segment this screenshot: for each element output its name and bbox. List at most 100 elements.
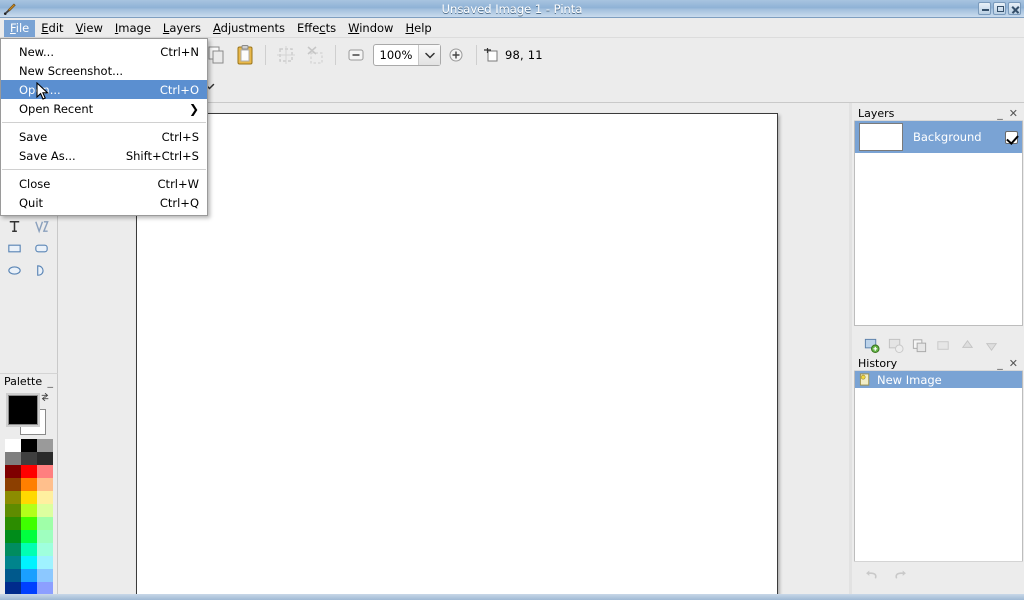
file-menu-item-open[interactable]: Open...Ctrl+O [1, 80, 207, 99]
swap-colors-icon[interactable] [40, 392, 50, 402]
palette-color-swatch[interactable] [21, 543, 37, 556]
palette-color-swatch[interactable] [5, 556, 21, 569]
palette-color-swatch[interactable] [21, 530, 37, 543]
menu-adjustments[interactable]: Adjustments [207, 20, 291, 37]
palette-color-swatch[interactable] [5, 491, 21, 504]
zoom-in-button[interactable] [442, 41, 470, 69]
menu-file[interactable]: File [4, 19, 36, 37]
layer-row[interactable]: Background [855, 121, 1022, 153]
menu-bar: File Edit View Image Layers Adjustments … [0, 19, 1024, 38]
history-item-label: New Image [877, 372, 942, 387]
palette-color-swatch[interactable] [5, 478, 21, 491]
palette-color-swatch[interactable] [21, 478, 37, 491]
menu-item-label: Close [19, 176, 51, 191]
file-menu-item-new[interactable]: New... Ctrl+N [1, 42, 207, 61]
palette-color-swatch[interactable] [5, 517, 21, 530]
palette-color-swatch[interactable] [5, 452, 21, 465]
workspace-vertical-scrollbar[interactable] [849, 103, 852, 600]
palette-color-swatch[interactable] [21, 569, 37, 582]
ellipse-tool[interactable] [1, 259, 28, 281]
layers-minimize-button[interactable]: _ [997, 107, 1003, 120]
text-tool[interactable] [1, 215, 28, 237]
palette-color-swatch[interactable] [37, 517, 53, 530]
palette-panel-title: Palette [4, 375, 43, 388]
menu-help[interactable]: Help [399, 20, 437, 37]
close-button[interactable] [1008, 2, 1021, 15]
menu-edit[interactable]: Edit [35, 20, 69, 37]
palette-color-swatch[interactable] [21, 452, 37, 465]
line-curve-tool[interactable] [28, 215, 55, 237]
maximize-button[interactable] [993, 2, 1006, 15]
merge-layer-down-button[interactable] [933, 335, 953, 355]
zoom-combobox[interactable]: 100% [373, 44, 441, 66]
paste-button[interactable] [231, 41, 259, 69]
right-dock: Layers _ ✕ Background History _ ✕ New Im… [853, 103, 1024, 600]
palette-color-swatch[interactable] [37, 569, 53, 582]
file-menu-item-saveas[interactable]: Save As... Shift+Ctrl+S [1, 146, 207, 165]
history-minimize-button[interactable]: _ [997, 357, 1003, 370]
palette-color-swatch[interactable] [37, 439, 53, 452]
file-menu-item-openrecent[interactable]: Open Recent ❯ [1, 99, 207, 118]
redo-arrow-icon [895, 570, 906, 579]
palette-color-swatch[interactable] [5, 543, 21, 556]
palette-color-swatch[interactable] [5, 530, 21, 543]
rounded-rectangle-icon [35, 244, 48, 252]
palette-color-swatch[interactable] [21, 465, 37, 478]
palette-color-swatch[interactable] [37, 491, 53, 504]
minimize-button[interactable] [978, 2, 991, 15]
palette-color-swatch[interactable] [37, 543, 53, 556]
palette-color-swatch[interactable] [5, 439, 21, 452]
palette-color-swatch[interactable] [37, 504, 53, 517]
rectangle-tool[interactable] [1, 237, 28, 259]
delete-layer-button[interactable] [885, 335, 905, 355]
crop-to-selection-button[interactable] [272, 41, 300, 69]
zoom-dropdown-arrow[interactable] [418, 45, 440, 65]
palette-color-swatch[interactable] [37, 478, 53, 491]
layers-close-button[interactable]: ✕ [1009, 107, 1018, 120]
file-menu-item-quit[interactable]: Quit Ctrl+Q [1, 193, 207, 212]
deselect-icon [307, 46, 323, 64]
palette-color-swatch[interactable] [37, 530, 53, 543]
menu-view[interactable]: View [70, 20, 109, 37]
palette-panel-header: Palette _ [0, 374, 57, 389]
history-undo-button[interactable] [862, 565, 882, 585]
duplicate-layer-button[interactable] [909, 335, 929, 355]
move-layer-up-button[interactable] [957, 335, 977, 355]
deselect-all-button[interactable] [301, 41, 329, 69]
cursor-position-icon [484, 48, 498, 62]
palette-color-swatch[interactable] [37, 465, 53, 478]
palette-color-swatch[interactable] [5, 504, 21, 517]
palette-color-swatch[interactable] [37, 556, 53, 569]
rounded-rectangle-tool[interactable] [28, 237, 55, 259]
layer-visibility-checkbox[interactable] [1005, 130, 1018, 144]
history-list: New Image [854, 371, 1023, 573]
palette-color-swatch[interactable] [21, 491, 37, 504]
menu-image[interactable]: Image [109, 20, 157, 37]
menu-window[interactable]: Window [342, 20, 399, 37]
palette-color-swatch[interactable] [5, 465, 21, 478]
file-menu-item-newscreenshot[interactable]: New Screenshot... [1, 61, 207, 80]
zoom-level-value[interactable]: 100% [374, 45, 418, 65]
history-item[interactable]: New Image [855, 371, 1022, 388]
file-menu-item-close[interactable]: Close Ctrl+W [1, 174, 207, 193]
palette-color-swatch[interactable] [21, 517, 37, 530]
freeform-shape-tool[interactable] [28, 259, 55, 281]
palette-color-swatch[interactable] [21, 556, 37, 569]
arrow-down-icon [985, 342, 997, 351]
primary-color-swatch[interactable] [6, 393, 40, 427]
palette-color-swatch[interactable] [21, 504, 37, 517]
history-redo-button[interactable] [890, 565, 910, 585]
move-layer-down-button[interactable] [981, 335, 1001, 355]
zoom-out-button[interactable] [342, 41, 370, 69]
add-layer-button[interactable] [861, 335, 881, 355]
palette-color-swatch[interactable] [5, 569, 21, 582]
palette-color-swatch[interactable] [21, 439, 37, 452]
palette-minimize-button[interactable]: _ [48, 375, 54, 388]
history-close-button[interactable]: ✕ [1009, 357, 1018, 370]
menu-effects[interactable]: Effects [291, 20, 342, 37]
history-panel-header: History _ ✕ [854, 356, 1023, 371]
menu-layers[interactable]: Layers [157, 20, 207, 37]
image-canvas[interactable] [136, 113, 778, 596]
palette-color-swatch[interactable] [37, 452, 53, 465]
file-menu-item-save[interactable]: Save Ctrl+S [1, 127, 207, 146]
